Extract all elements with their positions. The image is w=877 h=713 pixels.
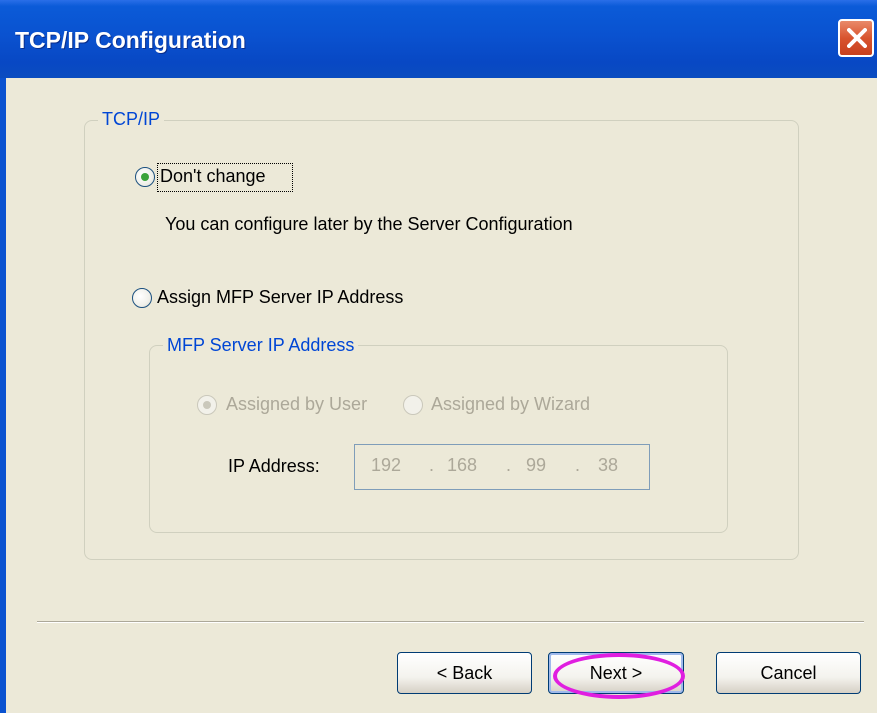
- ip-dot-2: .: [506, 455, 512, 475]
- ip-dot-3: .: [575, 455, 581, 475]
- ip-dot-1: .: [429, 455, 435, 475]
- ip-octet-4[interactable]: 38: [598, 455, 618, 476]
- ip-octet-1[interactable]: 192: [371, 455, 401, 476]
- ip-address-label: IP Address:: [228, 456, 320, 476]
- assign-ip-label[interactable]: Assign MFP Server IP Address: [157, 287, 403, 308]
- back-button-label: < Back: [436, 662, 493, 683]
- dont-change-radio[interactable]: [135, 167, 155, 187]
- radio-selected-dot: [141, 173, 149, 181]
- dialog-window: TCP/IP Configuration TCP/IP Don't change…: [0, 0, 877, 713]
- next-highlight-annotation: [553, 653, 685, 699]
- assign-ip-radio[interactable]: [132, 288, 152, 308]
- assigned-by-user-radio[interactable]: [197, 395, 217, 415]
- window-title: TCP/IP Configuration: [15, 27, 246, 53]
- close-icon: [847, 28, 867, 48]
- title-bar[interactable]: TCP/IP Configuration: [0, 0, 877, 78]
- window-border: [0, 78, 6, 713]
- tcpip-group-legend: TCP/IP: [98, 109, 165, 130]
- back-button[interactable]: < Back: [397, 652, 532, 694]
- assigned-by-wizard-label[interactable]: Assigned by Wizard: [431, 394, 590, 415]
- assigned-by-user-label[interactable]: Assigned by User: [226, 394, 367, 415]
- mfp-ip-group-legend: MFP Server IP Address: [163, 335, 359, 356]
- radio-selected-dot: [203, 401, 211, 409]
- cancel-button[interactable]: Cancel: [716, 652, 861, 694]
- assigned-by-wizard-radio[interactable]: [403, 395, 423, 415]
- footer-separator: [37, 621, 864, 623]
- ip-address-field[interactable]: 192 . 168 . 99 . 38: [354, 444, 650, 490]
- ip-octet-2[interactable]: 168: [447, 455, 477, 476]
- hint-text: You can configure later by the Server Co…: [165, 214, 573, 234]
- ip-octet-3[interactable]: 99: [526, 455, 546, 476]
- mfp-ip-group: [149, 345, 728, 533]
- dont-change-label[interactable]: Don't change: [160, 166, 266, 187]
- close-button[interactable]: [838, 19, 874, 57]
- cancel-button-label: Cancel: [760, 662, 817, 683]
